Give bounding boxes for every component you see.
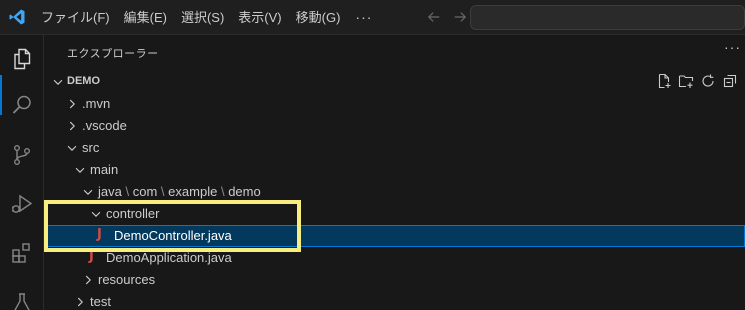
tree-item-resources[interactable]: resources [45,269,745,291]
navigation-arrows [426,9,468,25]
tree-item-label: .vscode [82,118,127,133]
menu-more-button[interactable]: ··· [347,9,380,25]
tree-item-main[interactable]: main [45,159,745,181]
chevron-right-icon [69,99,75,109]
workspace-name: DEMO [67,75,100,87]
chevron-down-icon [91,211,101,217]
search-icon[interactable] [0,83,44,127]
chevron-right-icon [77,297,83,307]
activity-bar [0,35,44,310]
path-segment-java[interactable]: java [98,184,122,199]
menu-selection[interactable]: 選択(S) [174,0,231,35]
path-segment-com[interactable]: com [133,184,158,199]
tree-item-label: main [90,162,119,177]
menu-view[interactable]: 表示(V) [231,0,288,35]
explorer-icon[interactable] [0,37,44,81]
sidebar-title: エクスプローラー [67,48,159,60]
vscode-logo-icon [0,0,34,35]
new-file-icon[interactable] [656,73,672,89]
tree-item-src[interactable]: src [45,137,745,159]
tree-item-label: DemoApplication.java [106,250,232,265]
menu-bar: ファイル(F) 編集(E) 選択(S) 表示(V) 移動(G) ··· [34,0,380,35]
path-separator: \ [220,184,225,199]
path-separator: \ [160,184,165,199]
tree-item-vscode[interactable]: .vscode [45,115,745,137]
sidebar-more-button[interactable]: ··· [724,39,741,55]
tree-item-label: test [90,294,111,309]
tree-item-label: src [82,140,100,155]
tree-item-mvn[interactable]: .mvn [45,93,745,115]
tree-item-label: .mvn [82,96,111,111]
menu-file[interactable]: ファイル(F) [34,0,117,35]
tree-item-label: DemoController.java [114,228,232,243]
compact-folder-path: java \ com \ example \ demo [98,184,261,199]
title-bar: ファイル(F) 編集(E) 選択(S) 表示(V) 移動(G) ··· [0,0,745,35]
tree-item-label: resources [98,272,156,287]
chevron-right-icon [69,121,75,131]
source-control-icon[interactable] [0,133,44,177]
tree-item-label: controller [106,206,160,221]
tree-item-test[interactable]: test [45,291,745,310]
run-and-debug-icon[interactable] [0,182,44,226]
command-center-search[interactable] [470,5,745,30]
tree-item-demoapplication[interactable]: J DemoApplication.java [45,247,745,269]
path-separator: \ [125,184,130,199]
workspace-section-header[interactable]: DEMO [45,71,745,93]
java-file-icon: J [97,227,102,242]
menu-edit[interactable]: 編集(E) [117,0,174,35]
path-segment-example[interactable]: example [168,184,217,199]
tree-item-java-package[interactable]: java \ com \ example \ demo [45,181,745,203]
menu-go[interactable]: 移動(G) [289,0,348,35]
explorer-sidebar: エクスプローラー ··· DEMO .mvn .vscode src main … [45,35,745,310]
path-segment-demo[interactable]: demo [228,184,261,199]
extensions-icon[interactable] [0,231,44,275]
chevron-down-icon [75,167,85,173]
tree-item-democontroller[interactable]: J DemoController.java [45,225,745,247]
java-file-icon: J [89,249,94,264]
section-actions [656,73,738,89]
refresh-icon[interactable] [700,73,716,89]
chevron-down-icon [83,189,93,195]
chevron-right-icon [85,275,91,285]
chevron-down-icon [67,145,77,151]
tree-item-controller[interactable]: controller [45,203,745,225]
chevron-down-icon [53,79,63,85]
forward-arrow-icon[interactable] [452,9,468,25]
testing-flask-icon[interactable] [0,281,44,310]
back-arrow-icon[interactable] [426,9,442,25]
collapse-all-icon[interactable] [722,73,738,89]
new-folder-icon[interactable] [678,73,694,89]
